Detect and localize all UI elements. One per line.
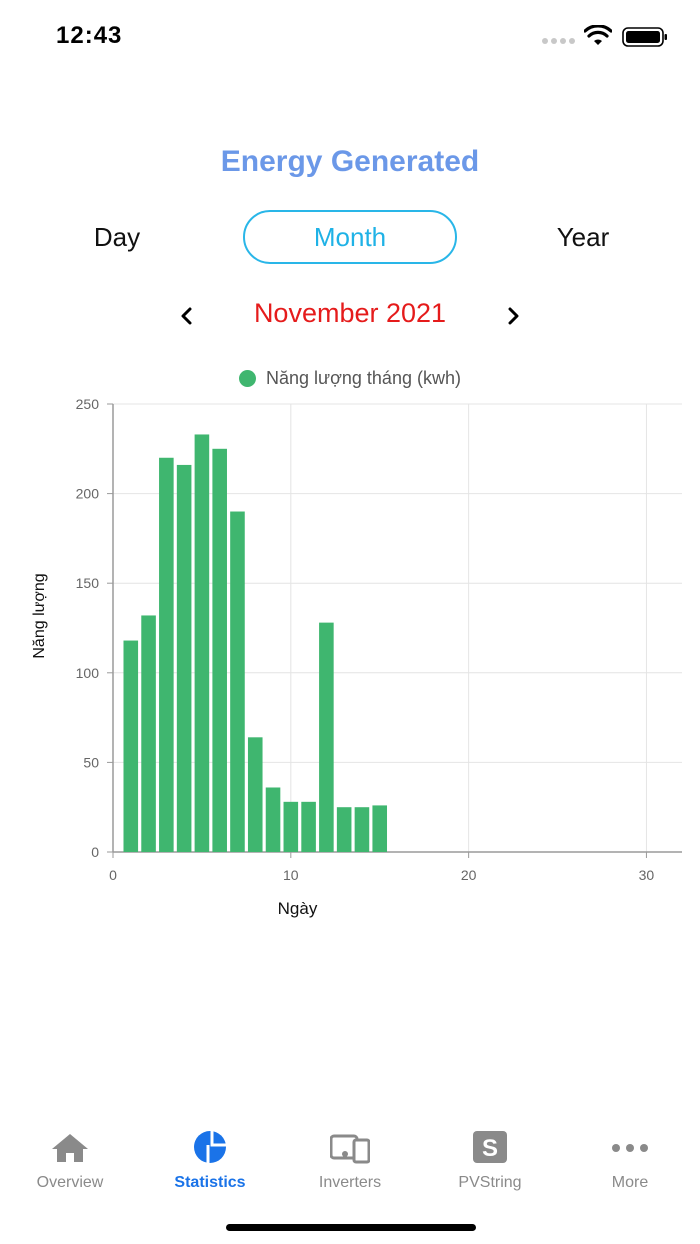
x-tick-label: 30: [639, 867, 655, 883]
legend-swatch: [239, 370, 257, 387]
y-axis-title: Năng lượng: [31, 573, 48, 658]
tab-year[interactable]: Year: [523, 210, 643, 264]
y-tick-label: 150: [76, 575, 100, 591]
home-indicator: [226, 1224, 476, 1231]
y-tick-label: 200: [76, 486, 100, 502]
next-period-button[interactable]: [498, 300, 528, 332]
bar-day-7[interactable]: [230, 511, 245, 852]
tab-pvstring-label: PVString: [458, 1174, 522, 1191]
chart-legend[interactable]: Năng lượng tháng (kwh): [0, 368, 700, 389]
page-title: Energy Generated: [220, 145, 480, 178]
cellular-signal-icon: [542, 38, 575, 44]
tab-day[interactable]: Day: [57, 210, 177, 264]
period-label: November 2021: [253, 298, 447, 328]
wifi-icon: [584, 25, 612, 45]
chevron-left-icon: [181, 307, 192, 325]
y-tick-label: 0: [91, 844, 99, 860]
bottom-tab-bar: Overview Statistics Inverters S PVString…: [0, 1120, 700, 1210]
x-tick-label: 0: [109, 867, 117, 883]
inverter-icon: [330, 1134, 370, 1164]
tab-statistics[interactable]: Statistics: [140, 1120, 280, 1200]
tab-inverters-label: Inverters: [318, 1174, 382, 1191]
pvstring-icon: S: [473, 1131, 507, 1163]
tab-month[interactable]: Month: [243, 210, 457, 264]
legend-label: Năng lượng tháng (kwh): [266, 368, 461, 388]
tab-statistics-label: Statistics: [174, 1174, 246, 1191]
bar-day-11[interactable]: [301, 801, 316, 852]
bar-day-15[interactable]: [372, 805, 388, 852]
y-tick-label: 100: [76, 665, 100, 681]
tab-pvstring[interactable]: S PVString: [420, 1120, 560, 1200]
bar-day-9[interactable]: [265, 787, 281, 852]
more-icon: [612, 1144, 648, 1152]
x-tick-label: 20: [461, 867, 477, 883]
bar-day-10[interactable]: [283, 801, 299, 852]
chevron-right-icon: [508, 307, 519, 325]
tab-more[interactable]: More: [560, 1120, 700, 1200]
x-axis-title: Ngày: [278, 899, 318, 918]
y-tick-label: 50: [83, 754, 99, 770]
status-time: 12:43: [56, 22, 123, 49]
bar-day-14[interactable]: [354, 807, 370, 852]
tab-inverters[interactable]: Inverters: [280, 1120, 420, 1200]
previous-period-button[interactable]: [172, 300, 202, 332]
bar-day-5[interactable]: [194, 434, 210, 852]
tab-overview[interactable]: Overview: [0, 1120, 140, 1200]
svg-text:S: S: [482, 1135, 498, 1162]
bar-day-12[interactable]: [319, 622, 334, 852]
bar-day-13[interactable]: [336, 807, 352, 852]
status-bar: 12:43: [0, 0, 700, 70]
bar-day-1[interactable]: [123, 640, 139, 852]
battery-icon: [622, 27, 667, 47]
x-tick-label: 10: [283, 867, 299, 883]
bar-day-2[interactable]: [141, 615, 156, 852]
bar-day-8[interactable]: [247, 737, 263, 852]
tab-more-label: More: [611, 1174, 649, 1191]
pie-chart-icon: [194, 1131, 226, 1163]
bar-day-6[interactable]: [212, 448, 227, 852]
bar-day-4[interactable]: [176, 464, 192, 852]
energy-bar-chart[interactable]: 0 50 100 150 200 250 0 10 20 30 Ngày Năng lượng: [0, 390, 700, 930]
y-tick-label: 250: [76, 396, 100, 412]
home-icon: [52, 1134, 88, 1162]
bar-day-3[interactable]: [159, 457, 174, 852]
tab-overview-label: Overview: [36, 1174, 104, 1191]
